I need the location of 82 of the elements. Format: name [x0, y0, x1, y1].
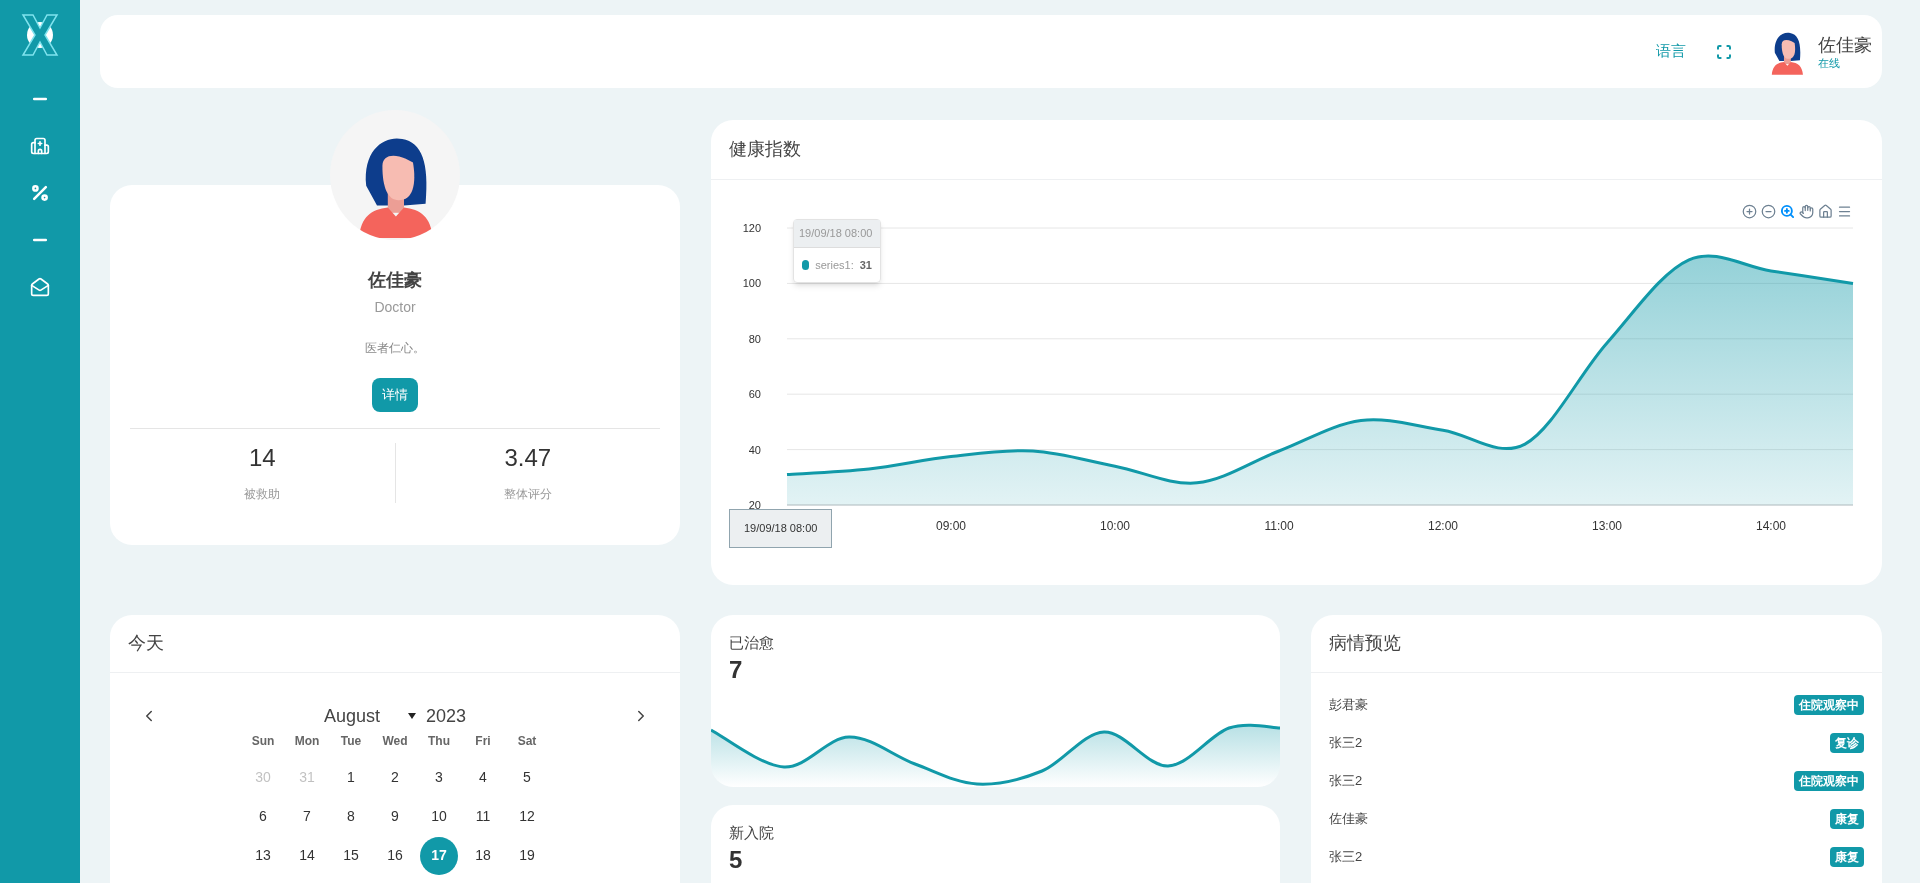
- x-tick-label: 14:00: [1756, 519, 1786, 533]
- envelope-icon[interactable]: [30, 276, 50, 297]
- stat-title: 新入院: [728, 823, 775, 843]
- status-badge: 康复: [1830, 847, 1864, 867]
- patient-name: 佐佳豪: [1329, 810, 1368, 829]
- caret-icon: [408, 713, 416, 719]
- year-field[interactable]: 2023: [426, 702, 467, 730]
- profile-role: Doctor: [374, 298, 416, 316]
- calendar-day[interactable]: 16: [376, 836, 414, 875]
- x-tick-label: 10:00: [1100, 519, 1130, 533]
- zoom-out-icon[interactable]: [1761, 204, 1776, 219]
- weekday-label: Mon: [294, 733, 320, 750]
- weekday-label: Sat: [517, 733, 537, 750]
- y-tick-label: 100: [742, 277, 761, 290]
- calendar-day[interactable]: 6: [244, 797, 282, 836]
- patient-name: 张三2: [1329, 772, 1363, 791]
- calendar-day[interactable]: 1: [332, 758, 370, 797]
- weekday-label: Wed: [382, 733, 408, 750]
- stat-label: 被救助: [244, 486, 281, 503]
- zoom-icon[interactable]: [1780, 204, 1795, 219]
- stat-value: 7: [728, 655, 744, 685]
- fullscreen-icon[interactable]: [1716, 43, 1732, 60]
- x-tick-label: 11:00: [1264, 519, 1294, 533]
- x-tick-label: 09:00: [936, 519, 966, 533]
- zoom-in-icon[interactable]: [1742, 204, 1757, 219]
- calendar-day[interactable]: 19: [508, 836, 546, 875]
- user-name: 佐佳豪: [1818, 33, 1872, 56]
- series-name: series1:: [815, 257, 854, 273]
- y-tick-label: 40: [748, 443, 761, 456]
- status-badge: 复诊: [1830, 733, 1864, 753]
- card-title: 健康指数: [729, 138, 801, 161]
- calendar-day[interactable]: 15: [332, 836, 370, 875]
- hand-icon[interactable]: [1799, 204, 1814, 219]
- profile-name: 佐佳豪: [368, 269, 422, 292]
- calendar-day[interactable]: 14: [288, 836, 326, 875]
- calendar-day[interactable]: 3: [420, 758, 458, 797]
- y-tick-label: 60: [748, 388, 761, 401]
- weekday-label: Thu: [428, 733, 450, 750]
- patient-name: 彭君豪: [1329, 696, 1368, 715]
- calendar-day[interactable]: 7: [288, 797, 326, 836]
- calendar-day[interactable]: 10: [420, 797, 458, 836]
- tooltip-title: 19/09/18 08:00: [794, 220, 880, 248]
- menu-icon[interactable]: [1837, 204, 1852, 219]
- home-icon[interactable]: [1818, 204, 1833, 219]
- weekday-label: Fri: [475, 733, 491, 750]
- calendar-day[interactable]: 4: [464, 758, 502, 797]
- month-select[interactable]: August: [323, 702, 416, 730]
- card-title: 病情预览: [1329, 632, 1401, 655]
- hospital-icon[interactable]: [30, 135, 50, 156]
- x-tick-label: 12:00: [1428, 519, 1458, 533]
- y-tick-label: 120: [742, 222, 761, 234]
- logo-icon[interactable]: [20, 12, 60, 58]
- status-badge: 住院观察中: [1794, 695, 1864, 715]
- series-value: 31: [859, 257, 872, 273]
- language-link[interactable]: 语言: [1656, 40, 1686, 63]
- calendar-day[interactable]: 12: [508, 797, 546, 836]
- calendar-day[interactable]: 11: [464, 797, 502, 836]
- stat-value: 5: [728, 845, 744, 875]
- status-badge: 康复: [1830, 809, 1864, 829]
- calendar-day[interactable]: 13: [244, 836, 282, 875]
- calendar-day[interactable]: 5: [508, 758, 546, 797]
- stat-value: 3.47: [504, 443, 552, 473]
- calendar-day[interactable]: 18: [464, 836, 502, 875]
- patient-name: 张三2: [1329, 734, 1363, 753]
- patient-name: 张三2: [1329, 848, 1363, 867]
- stat-value: 14: [248, 443, 276, 473]
- calendar-day[interactable]: 2: [376, 758, 414, 797]
- status-badge: 住院观察中: [1794, 771, 1864, 791]
- weekday-label: Tue: [340, 733, 362, 750]
- y-tick-label: 80: [748, 332, 761, 345]
- percent-icon[interactable]: [30, 182, 50, 203]
- card-title: 今天: [128, 632, 164, 655]
- x-tick-label: 13:00: [1592, 519, 1622, 533]
- calendar-day[interactable]: 8: [332, 797, 370, 836]
- stat-title: 已治愈: [728, 633, 775, 653]
- y-tick-label: 20: [748, 499, 761, 511]
- crosshair-label: 19/09/18 08:00: [729, 509, 833, 548]
- user-status: 在线: [1818, 55, 1841, 70]
- weekday-label: Sun: [251, 733, 275, 750]
- stat-label: 整体评分: [503, 486, 552, 503]
- profile-motto: 医者仁心。: [365, 340, 425, 356]
- calendar-day[interactable]: 9: [376, 797, 414, 836]
